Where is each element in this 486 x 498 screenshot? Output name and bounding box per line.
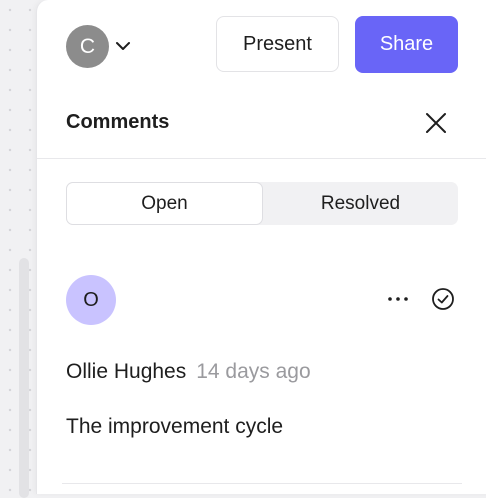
chevron-down-icon[interactable] <box>115 38 131 54</box>
comments-panel: C Present Share Comments Open Resolved O… <box>36 0 486 494</box>
comment-filter-tabs: Open Resolved <box>66 182 458 225</box>
comments-title: Comments <box>66 111 170 133</box>
comment-divider <box>62 483 462 484</box>
user-avatar[interactable]: C <box>66 25 109 68</box>
share-button[interactable]: Share <box>355 16 458 73</box>
comment-author-avatar: O <box>66 275 116 325</box>
comment-text: The improvement cycle <box>66 415 284 438</box>
comment-time: 14 days ago <box>196 360 311 383</box>
comment-meta: Ollie Hughes 14 days ago <box>66 360 311 384</box>
close-icon[interactable] <box>425 112 447 134</box>
header-divider <box>37 158 486 159</box>
present-button[interactable]: Present <box>216 16 339 72</box>
canvas-scrollbar[interactable] <box>19 258 29 498</box>
more-icon[interactable] <box>386 287 410 311</box>
comment-author: Ollie Hughes <box>66 360 187 383</box>
tab-resolved[interactable]: Resolved <box>263 182 458 225</box>
resolve-check-icon[interactable] <box>431 287 455 311</box>
tab-open[interactable]: Open <box>66 182 263 225</box>
